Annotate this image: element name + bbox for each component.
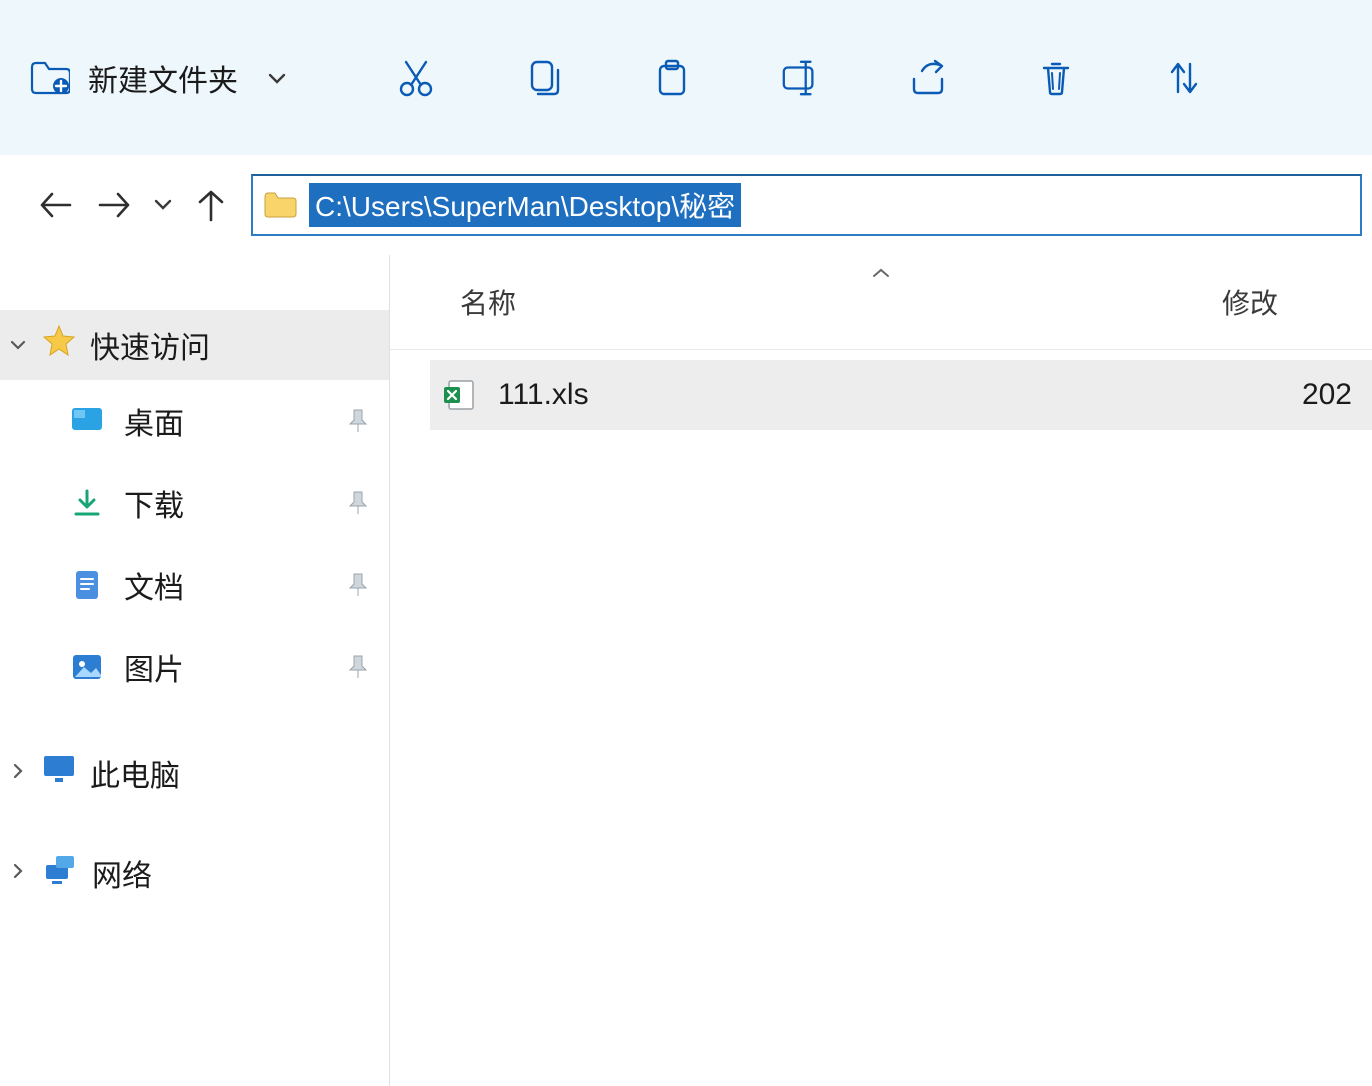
chevron-right-icon [8,762,28,785]
file-date: 202 [1302,378,1352,412]
sidebar-item-downloads[interactable]: 下载 [0,462,389,544]
body: 快速访问 桌面 下载 文档 [0,255,1372,1086]
document-icon [70,568,104,602]
paste-icon[interactable] [652,58,692,98]
sidebar-item-pictures[interactable]: 图片 [0,626,389,708]
content-pane: 名称 修改 111.xls 202 [390,255,1372,1086]
excel-file-icon [440,376,478,414]
sidebar-item-desktop[interactable]: 桌面 [0,380,389,462]
toolbar-icons [396,58,1204,98]
new-folder-button[interactable]: 新建文件夹 [30,56,286,100]
sidebar-item-label: 桌面 [124,399,184,443]
file-row[interactable]: 111.xls 202 [430,360,1372,430]
back-button[interactable] [25,175,85,235]
chevron-down-icon[interactable] [256,65,286,91]
column-name[interactable]: 名称 [460,282,1222,322]
sidebar-this-pc[interactable]: 此电脑 [0,738,389,808]
forward-button[interactable] [85,175,145,235]
toolbar-left: 新建文件夹 [30,56,286,100]
sidebar: 快速访问 桌面 下载 文档 [0,255,390,1086]
quick-access-header[interactable]: 快速访问 [0,310,389,380]
address-bar[interactable]: C:\Users\SuperMan\Desktop\秘密 [251,174,1362,236]
up-button[interactable] [181,175,241,235]
rename-icon[interactable] [780,58,820,98]
file-name: 111.xls [498,378,1282,412]
desktop-icon [70,404,104,438]
new-folder-icon [30,61,70,95]
sidebar-item-label: 下载 [124,481,184,525]
address-path[interactable]: C:\Users\SuperMan\Desktop\秘密 [309,183,741,227]
sidebar-network[interactable]: 网络 [0,838,389,908]
delete-icon[interactable] [1036,58,1076,98]
folder-icon [263,191,297,219]
this-pc-label: 此电脑 [90,751,180,795]
sidebar-item-label: 文档 [124,563,184,607]
toolbar: 新建文件夹 [0,0,1372,155]
column-header[interactable]: 名称 修改 [390,255,1372,350]
share-icon[interactable] [908,58,948,98]
copy-icon[interactable] [524,58,564,98]
sort-indicator-icon [871,263,891,284]
sidebar-item-label: 图片 [124,645,184,689]
nav-row: C:\Users\SuperMan\Desktop\秘密 [0,155,1372,255]
network-label: 网络 [92,851,152,895]
new-folder-label: 新建文件夹 [88,56,238,100]
pin-icon [347,490,369,516]
star-icon [42,324,76,366]
pc-icon [42,754,76,792]
pin-icon [347,654,369,680]
cut-icon[interactable] [396,58,436,98]
column-modified[interactable]: 修改 [1222,282,1322,322]
download-icon [70,486,104,520]
pin-icon [347,572,369,598]
network-icon [42,853,78,893]
pin-icon [347,408,369,434]
quick-access-label: 快速访问 [90,323,210,367]
sort-icon[interactable] [1164,58,1204,98]
recent-dropdown[interactable] [145,175,181,235]
sidebar-item-documents[interactable]: 文档 [0,544,389,626]
pictures-icon [70,650,104,684]
chevron-right-icon [8,862,28,885]
chevron-down-icon [8,334,28,357]
